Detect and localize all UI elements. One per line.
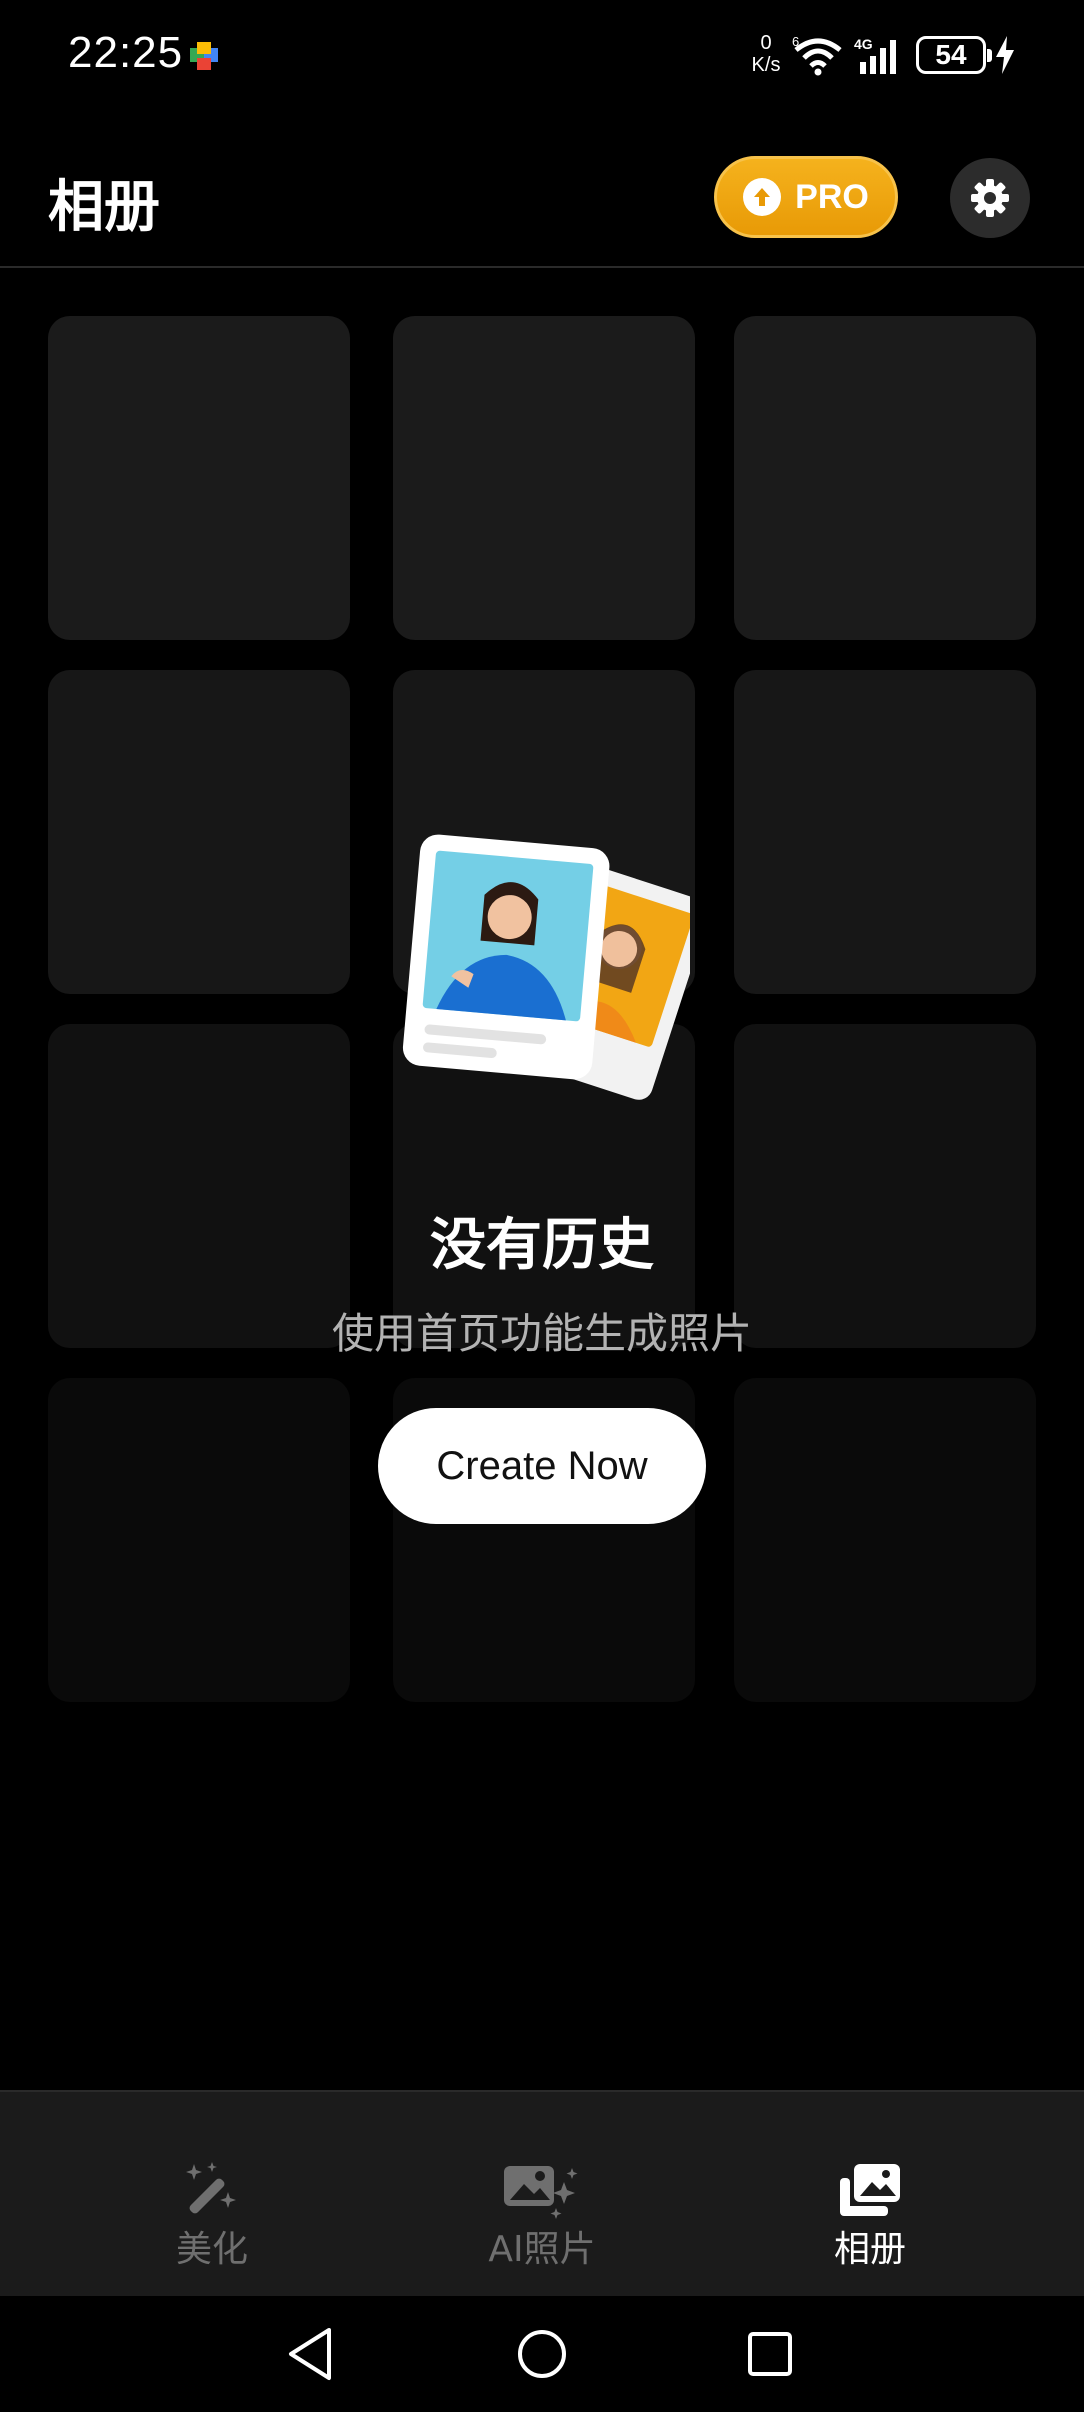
nav-label: 相册 xyxy=(833,2229,906,2270)
placeholder-tile xyxy=(734,316,1036,640)
wifi-label: 6 xyxy=(792,36,799,49)
magic-wand-icon xyxy=(186,2162,236,2214)
bottom-navigation: 美化 AI照片 相册 xyxy=(0,2090,1084,2296)
pro-label: PRO xyxy=(795,177,869,216)
system-recents-button[interactable] xyxy=(732,2316,808,2392)
nav-label: 美化 xyxy=(175,2229,248,2270)
nav-item-beautify[interactable]: 美化 xyxy=(112,2092,312,2298)
placeholder-tile xyxy=(393,316,695,640)
recents-square-icon xyxy=(748,2332,792,2376)
upgrade-arrow-icon xyxy=(743,178,782,216)
gear-icon xyxy=(971,179,1009,217)
back-triangle-icon xyxy=(289,2328,331,2380)
page-title: 相册 xyxy=(48,175,160,240)
ai-photo-icon xyxy=(504,2166,578,2219)
battery-icon: 54 xyxy=(916,36,992,74)
placeholder-tile xyxy=(48,1378,350,1702)
create-now-button[interactable]: Create Now xyxy=(378,1408,706,1524)
placeholder-tile xyxy=(734,670,1036,994)
status-bar: 22:25 0 K/s 6 4G 54 xyxy=(0,0,1084,110)
cellular-label: 4G xyxy=(854,36,873,52)
empty-state-subtitle: 使用首页功能生成照片 xyxy=(331,1309,752,1358)
system-navigation-bar xyxy=(0,2296,1084,2412)
network-speed: 0 K/s xyxy=(746,32,786,76)
system-back-button[interactable] xyxy=(272,2316,348,2392)
cellular-signal-icon: 4G xyxy=(854,36,896,74)
status-time: 22:25 xyxy=(68,28,184,77)
home-circle-icon xyxy=(518,2330,566,2378)
album-icon xyxy=(840,2164,900,2216)
nav-item-album[interactable]: 相册 xyxy=(770,2092,970,2298)
app-header: 相册 PRO xyxy=(0,110,1084,268)
network-speed-unit: K/s xyxy=(751,54,781,76)
placeholder-tile xyxy=(48,670,350,994)
wifi-icon: 6 xyxy=(792,36,842,76)
nav-item-ai-photo[interactable]: AI照片 xyxy=(442,2092,642,2298)
charging-icon xyxy=(996,36,1014,74)
pro-upgrade-button[interactable]: PRO xyxy=(714,156,898,238)
empty-state-title: 没有历史 xyxy=(430,1213,654,1278)
network-speed-value: 0 xyxy=(760,32,772,54)
nav-label: AI照片 xyxy=(488,2229,596,2270)
app-notification-icon xyxy=(190,42,218,70)
placeholder-tile xyxy=(48,316,350,640)
battery-level: 54 xyxy=(935,39,967,70)
album-screen: 22:25 0 K/s 6 4G 54 相册 PRO 没有历史 使用首页功能生成… xyxy=(0,0,1084,2412)
system-home-button[interactable] xyxy=(504,2316,580,2392)
photos-illustration xyxy=(402,834,690,1100)
placeholder-tile xyxy=(734,1378,1036,1702)
settings-button[interactable] xyxy=(950,158,1030,238)
